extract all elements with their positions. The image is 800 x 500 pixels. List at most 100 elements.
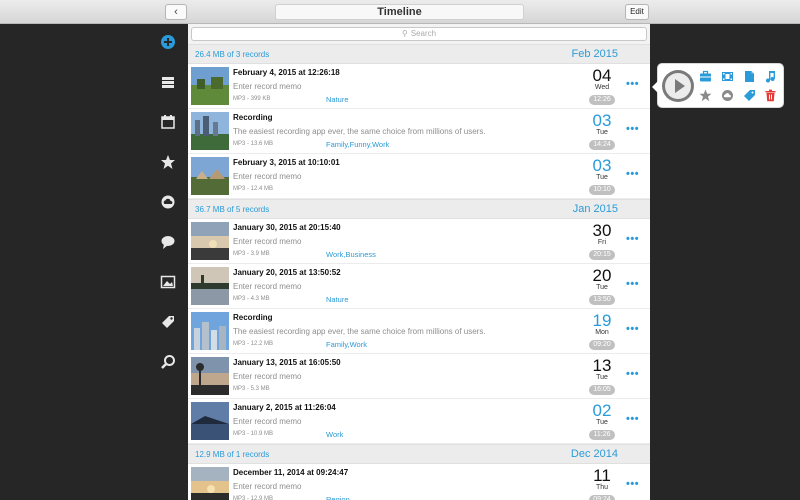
record-row[interactable]: December 11, 2014 at 09:24:47 Enter recor… — [188, 464, 650, 500]
record-day: 04 — [592, 66, 612, 85]
record-day: 11 — [593, 466, 611, 485]
record-tags[interactable]: Region — [326, 495, 350, 500]
more-options-icon[interactable]: ••• — [626, 413, 639, 425]
record-title: February 4, 2015 at 12:26:18 — [233, 68, 340, 77]
play-button[interactable] — [662, 70, 694, 102]
record-memo[interactable]: Enter record memo — [233, 82, 301, 91]
search-icon[interactable] — [160, 354, 176, 370]
record-weekday: Thu — [595, 484, 609, 491]
record-time-badge: 16:05 — [589, 385, 615, 395]
record-time-badge: 12:26 — [589, 95, 615, 105]
photo-icon[interactable] — [160, 274, 176, 290]
add-icon[interactable] — [160, 34, 176, 50]
record-thumbnail — [191, 402, 229, 440]
more-options-icon[interactable]: ••• — [626, 278, 639, 290]
record-time-badge: 11:26 — [589, 430, 615, 440]
record-tags[interactable]: Work — [326, 430, 343, 439]
record-meta: MP3 - 12.4 MB — [233, 186, 274, 192]
record-weekday: Tue — [596, 419, 608, 426]
cloud-icon[interactable] — [721, 89, 734, 102]
more-options-icon[interactable]: ••• — [626, 323, 639, 335]
record-day: 20 — [592, 266, 612, 285]
record-title: February 3, 2015 at 10:10:01 — [233, 158, 340, 167]
cloud-icon[interactable] — [160, 194, 176, 210]
record-meta: MP3 - 399 KB — [233, 96, 271, 102]
more-options-icon[interactable]: ••• — [626, 168, 639, 180]
section-month: Feb 2015 — [571, 48, 618, 60]
timeline-list[interactable]: ⚲ Search 26.4 MB of 3 records Feb 2015 Febr… — [188, 24, 650, 500]
record-tags[interactable]: Family,Work — [326, 340, 367, 349]
section-header: 12.9 MB of 1 records Dec 2014 — [188, 444, 650, 464]
section-header: 26.4 MB of 3 records Feb 2015 — [188, 44, 650, 64]
list-icon[interactable] — [160, 74, 176, 90]
record-tags[interactable]: Nature — [326, 295, 349, 304]
record-meta: MP3 - 12.2 MB — [233, 341, 274, 347]
record-memo[interactable]: The easiest recording app ever, the same… — [233, 127, 486, 136]
record-meta: MP3 - 13.6 MB — [233, 141, 274, 147]
search-placeholder: Search — [410, 29, 437, 38]
record-time-badge: 14:24 — [589, 140, 615, 150]
star-icon[interactable] — [699, 89, 712, 102]
more-options-icon[interactable]: ••• — [626, 233, 639, 245]
tag-icon[interactable] — [160, 314, 176, 330]
record-memo[interactable]: Enter record memo — [233, 417, 301, 426]
section-summary: 26.4 MB of 3 records — [195, 50, 270, 59]
page-title: Timeline — [275, 4, 524, 20]
music-icon[interactable] — [764, 70, 777, 83]
record-tags[interactable]: Work,Business — [326, 250, 376, 259]
record-thumbnail — [191, 67, 229, 105]
record-memo[interactable]: Enter record memo — [233, 372, 301, 381]
search-bar: ⚲ Search — [188, 24, 650, 44]
record-tags[interactable]: Family,Funny,Work — [326, 140, 389, 149]
record-meta: MP3 - 3.9 MB — [233, 251, 270, 257]
record-tags[interactable]: Nature — [326, 95, 349, 104]
record-title: January 20, 2015 at 13:50:52 — [233, 268, 341, 277]
film-icon[interactable] — [721, 70, 734, 83]
record-thumbnail — [191, 357, 229, 395]
record-memo[interactable]: The easiest recording app ever, the same… — [233, 327, 486, 336]
search-input[interactable]: ⚲ Search — [191, 27, 647, 41]
record-memo[interactable]: Enter record memo — [233, 237, 301, 246]
record-row[interactable]: February 4, 2015 at 12:26:18 Enter record… — [188, 64, 650, 109]
record-memo[interactable]: Enter record memo — [233, 172, 301, 181]
record-actions-popover — [652, 63, 784, 108]
record-row[interactable]: Recording The easiest recording app ever,… — [188, 309, 650, 354]
record-thumbnail — [191, 267, 229, 305]
record-weekday: Fri — [597, 239, 607, 246]
record-row[interactable]: January 13, 2015 at 16:05:50 Enter record… — [188, 354, 650, 399]
document-icon[interactable] — [743, 70, 756, 83]
record-day: 03 — [592, 156, 612, 175]
record-day: 03 — [592, 111, 612, 130]
record-meta: MP3 - 4.3 MB — [233, 296, 270, 302]
record-time-badge: 09:20 — [589, 340, 615, 350]
section-month: Dec 2014 — [570, 448, 618, 460]
record-time-badge: 20:15 — [589, 250, 615, 260]
record-title: January 2, 2015 at 11:26:04 — [233, 403, 336, 412]
record-row[interactable]: Recording The easiest recording app ever,… — [188, 109, 650, 154]
record-time-badge: 09:24 — [589, 495, 615, 500]
record-title: Recording — [233, 313, 273, 322]
record-title: December 11, 2014 at 09:24:47 — [233, 468, 349, 477]
trash-icon[interactable] — [764, 89, 777, 102]
record-weekday: Tue — [596, 374, 608, 381]
tag-icon[interactable] — [743, 89, 756, 102]
record-memo[interactable]: Enter record memo — [233, 282, 301, 291]
record-weekday: Tue — [596, 284, 608, 291]
calendar-icon[interactable] — [160, 114, 176, 130]
chat-icon[interactable] — [160, 234, 176, 250]
record-row[interactable]: January 30, 2015 at 20:15:40 Enter record… — [188, 219, 650, 264]
record-time-badge: 13:50 — [589, 295, 615, 305]
star-icon[interactable] — [160, 154, 176, 170]
more-options-icon[interactable]: ••• — [626, 78, 639, 90]
record-memo[interactable]: Enter record memo — [233, 482, 301, 491]
more-options-icon[interactable]: ••• — [626, 478, 639, 490]
back-button[interactable]: ‹ — [165, 4, 187, 20]
more-options-icon[interactable]: ••• — [626, 368, 639, 380]
more-options-icon[interactable]: ••• — [626, 123, 639, 135]
record-row[interactable]: January 20, 2015 at 13:50:52 Enter record… — [188, 264, 650, 309]
record-row[interactable]: February 3, 2015 at 10:10:01 Enter record… — [188, 154, 650, 199]
record-row[interactable]: January 2, 2015 at 11:26:04 Enter record … — [188, 399, 650, 444]
edit-button[interactable]: Edit — [625, 4, 649, 20]
briefcase-icon[interactable] — [699, 70, 712, 83]
record-thumbnail — [191, 112, 229, 150]
